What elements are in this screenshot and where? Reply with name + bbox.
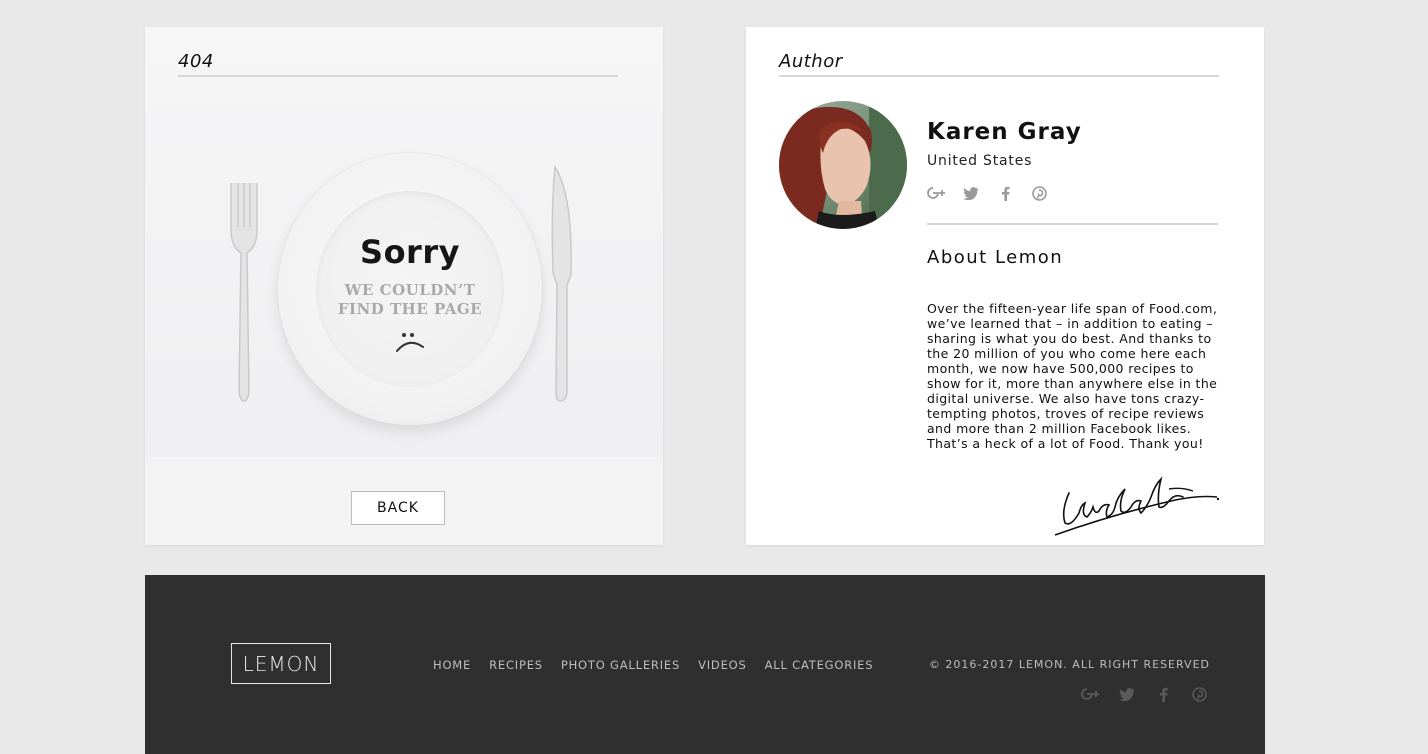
footer-social-links [1081, 685, 1209, 703]
error-card: 404 Sorry WE COULDN’T FIND THE PAGE BACK [145, 27, 663, 545]
nav-photo-galleries[interactable]: PHOTO GALLERIES [561, 658, 680, 672]
nav-all-categories[interactable]: ALL CATEGORIES [765, 658, 874, 672]
twitter-icon[interactable] [1117, 685, 1137, 703]
author-card: Author Karen Gray United States About Le… [746, 27, 1264, 545]
knife-icon [551, 165, 572, 402]
author-heading: Author [779, 51, 1219, 77]
footer-nav: HOME RECIPES PHOTO GALLERIES VIDEOS ALL … [433, 658, 873, 672]
footer-logo[interactable]: LEMON [231, 643, 331, 684]
nav-home[interactable]: HOME [433, 658, 471, 672]
google-plus-icon[interactable] [927, 184, 947, 202]
footer: LEMON HOME RECIPES PHOTO GALLERIES VIDEO… [145, 575, 1265, 754]
google-plus-icon[interactable] [1081, 685, 1101, 703]
sad-face-icon [396, 333, 424, 352]
about-text: Over the fifteen-year life span of Food.… [927, 301, 1218, 451]
sorry-title: Sorry [360, 233, 460, 271]
nav-recipes[interactable]: RECIPES [489, 658, 543, 672]
nav-videos[interactable]: VIDEOS [698, 658, 747, 672]
author-country: United States [927, 153, 1033, 169]
sorry-subtitle-line1: WE COULDN’T [344, 281, 476, 299]
about-title: About Lemon [927, 247, 1064, 268]
facebook-icon[interactable] [995, 184, 1015, 202]
pinterest-icon[interactable] [1189, 685, 1209, 703]
facebook-icon[interactable] [1153, 685, 1173, 703]
error-heading: 404 [178, 51, 618, 77]
fork-icon [230, 183, 258, 402]
author-social-links [927, 184, 1049, 202]
pinterest-icon[interactable] [1029, 184, 1049, 202]
sorry-subtitle-line2: FIND THE PAGE [337, 300, 483, 318]
author-divider [927, 223, 1218, 225]
plate: Sorry WE COULDN’T FIND THE PAGE [278, 153, 542, 425]
avatar [779, 101, 907, 229]
signature [1054, 476, 1220, 536]
sorry-subtitle: WE COULDN’T FIND THE PAGE [278, 281, 542, 319]
twitter-icon[interactable] [961, 184, 981, 202]
back-button[interactable]: BACK [351, 491, 445, 525]
copyright: © 2016-2017 LEMON. ALL RIGHT RESERVED [928, 658, 1210, 671]
author-name: Karen Gray [927, 119, 1082, 145]
